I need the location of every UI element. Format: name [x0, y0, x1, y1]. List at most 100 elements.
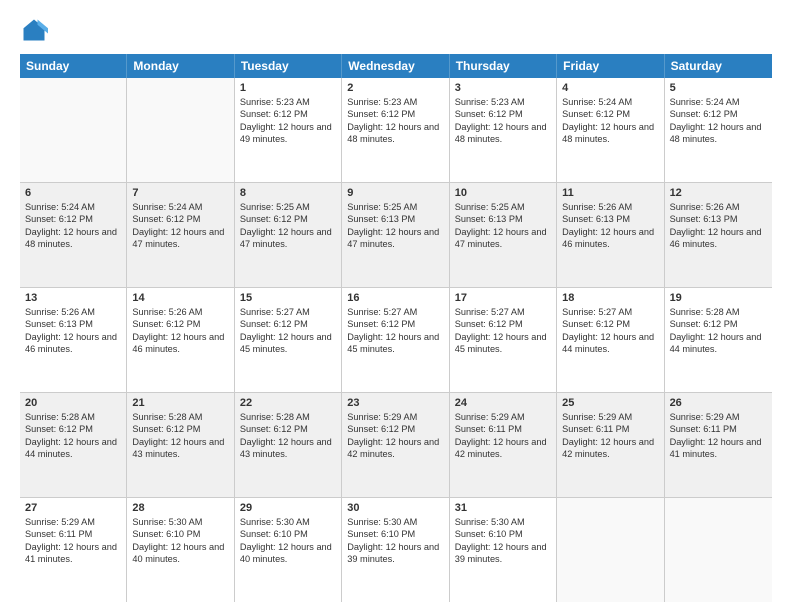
daylight-text: Daylight: 12 hours and: [347, 436, 443, 448]
daylight-text-2: 47 minutes.: [132, 238, 228, 250]
sunset-text: Sunset: 6:10 PM: [132, 528, 228, 540]
sunset-text: Sunset: 6:12 PM: [562, 318, 658, 330]
calendar-cell: 25 Sunrise: 5:29 AMSunset: 6:11 PMDayligh…: [557, 393, 664, 497]
sunset-text: Sunset: 6:12 PM: [670, 318, 767, 330]
daylight-text-2: 39 minutes.: [455, 553, 551, 565]
day-number: 5: [670, 82, 767, 94]
day-number: 1: [240, 82, 336, 94]
header-day-monday: Monday: [127, 54, 234, 78]
day-number: 3: [455, 82, 551, 94]
day-number: 6: [25, 187, 121, 199]
sunrise-text: Sunrise: 5:30 AM: [455, 516, 551, 528]
calendar-cell: 29Sunrise: 5:30 AMSunset: 6:10 PMDayligh…: [235, 498, 342, 602]
daylight-text-2: 44 minutes.: [25, 448, 121, 460]
calendar-cell: 17Sunrise: 5:27 AMSunset: 6:12 PMDayligh…: [450, 288, 557, 392]
calendar-cell: 10Sunrise: 5:25 AMSunset: 6:13 PMDayligh…: [450, 183, 557, 287]
daylight-text-2: 40 minutes.: [132, 553, 228, 565]
day-number: 25: [562, 397, 658, 409]
calendar-cell: 30Sunrise: 5:30 AMSunset: 6:10 PMDayligh…: [342, 498, 449, 602]
sunrise-text: Sunrise: 5:29 AM: [562, 411, 658, 423]
sunset-text: Sunset: 6:11 PM: [562, 423, 658, 435]
calendar-cell: [557, 498, 664, 602]
sunrise-text: Sunrise: 5:26 AM: [132, 306, 228, 318]
calendar-cell: 13Sunrise: 5:26 AMSunset: 6:13 PMDayligh…: [20, 288, 127, 392]
daylight-text-2: 43 minutes.: [132, 448, 228, 460]
day-number: 23: [347, 397, 443, 409]
calendar-cell: 22Sunrise: 5:28 AMSunset: 6:12 PMDayligh…: [235, 393, 342, 497]
daylight-text-2: 48 minutes.: [25, 238, 121, 250]
daylight-text: Daylight: 12 hours and: [347, 331, 443, 343]
sunset-text: Sunset: 6:13 PM: [25, 318, 121, 330]
day-number: 12: [670, 187, 767, 199]
daylight-text-2: 47 minutes.: [240, 238, 336, 250]
header-day-thursday: Thursday: [450, 54, 557, 78]
daylight-text-2: 40 minutes.: [240, 553, 336, 565]
sunrise-text: Sunrise: 5:24 AM: [25, 201, 121, 213]
calendar-cell: [127, 78, 234, 182]
calendar-row-0: 1 Sunrise: 5:23 AM Sunset: 6:12 PM Daylight…: [20, 78, 772, 183]
daylight-text: Daylight: 12 hours and: [455, 331, 551, 343]
sunrise-text: Sunrise: 5:25 AM: [240, 201, 336, 213]
sunset-text: Sunset: 6:12 PM: [25, 423, 121, 435]
day-number: 4: [562, 82, 658, 94]
sunrise-text: Sunrise: 5:30 AM: [240, 516, 336, 528]
sunrise-text: Sunrise: 5:26 AM: [25, 306, 121, 318]
daylight-text-2: 48 minutes.: [455, 133, 551, 145]
daylight-text: Daylight: 12 hours and: [347, 541, 443, 553]
sunset-text: Sunset: 6:12 PM: [240, 213, 336, 225]
sunrise-text: Sunrise: 5:26 AM: [562, 201, 658, 213]
header-day-sunday: Sunday: [20, 54, 127, 78]
sunset-text: Sunset: 6:13 PM: [562, 213, 658, 225]
calendar-cell: 16Sunrise: 5:27 AMSunset: 6:12 PMDayligh…: [342, 288, 449, 392]
sunrise-text: Sunrise: 5:30 AM: [132, 516, 228, 528]
day-number: 20: [25, 397, 121, 409]
daylight-text: Daylight: 12 hours and: [347, 121, 443, 133]
daylight-text-2: 43 minutes.: [240, 448, 336, 460]
day-number: 24: [455, 397, 551, 409]
daylight-text: Daylight: 12 hours and: [347, 226, 443, 238]
daylight-text: Daylight: 12 hours and: [240, 436, 336, 448]
sunrise-text: Sunrise: 5:29 AM: [455, 411, 551, 423]
sunset-text: Sunset: 6:12 PM: [25, 213, 121, 225]
sunset-text: Sunset: 6:10 PM: [240, 528, 336, 540]
sunset-text: Sunset: 6:12 PM: [132, 213, 228, 225]
sunrise-text: Sunrise: 5:28 AM: [25, 411, 121, 423]
daylight-text-2: 47 minutes.: [347, 238, 443, 250]
sunset-text: Sunset: 6:12 PM: [240, 108, 336, 120]
calendar-cell: 15Sunrise: 5:27 AMSunset: 6:12 PMDayligh…: [235, 288, 342, 392]
sunrise-text: Sunrise: 5:23 AM: [455, 96, 551, 108]
calendar-cell: 2Sunrise: 5:23 AMSunset: 6:12 PMDaylight…: [342, 78, 449, 182]
daylight-text-2: 42 minutes.: [562, 448, 658, 460]
daylight-text: Daylight: 12 hours and: [240, 331, 336, 343]
calendar-cell: 28Sunrise: 5:30 AMSunset: 6:10 PMDayligh…: [127, 498, 234, 602]
day-number: 7: [132, 187, 228, 199]
calendar: SundayMondayTuesdayWednesdayThursdayFrid…: [20, 54, 772, 602]
sunset-text: Sunset: 6:13 PM: [347, 213, 443, 225]
sunset-text: Sunset: 6:12 PM: [347, 423, 443, 435]
sunrise-text: Sunrise: 5:28 AM: [670, 306, 767, 318]
sunrise-text: Sunrise: 5:26 AM: [670, 201, 767, 213]
day-number: 13: [25, 292, 121, 304]
header-day-tuesday: Tuesday: [235, 54, 342, 78]
sunset-text: Sunset: 6:12 PM: [670, 108, 767, 120]
daylight-text: Daylight: 12 hours and: [455, 541, 551, 553]
sunrise-text: Sunrise: 5:27 AM: [455, 306, 551, 318]
calendar-header: SundayMondayTuesdayWednesdayThursdayFrid…: [20, 54, 772, 78]
sunset-text: Sunset: 6:12 PM: [132, 318, 228, 330]
sunrise-text: Sunrise: 5:25 AM: [455, 201, 551, 213]
sunset-text: Sunset: 6:12 PM: [240, 423, 336, 435]
calendar-cell: 21Sunrise: 5:28 AMSunset: 6:12 PMDayligh…: [127, 393, 234, 497]
sunset-text: Sunset: 6:12 PM: [347, 318, 443, 330]
sunrise-text: Sunrise: 5:28 AM: [240, 411, 336, 423]
daylight-text: Daylight: 12 hours and: [562, 436, 658, 448]
sunset-text: Sunset: 6:13 PM: [455, 213, 551, 225]
calendar-cell: [20, 78, 127, 182]
day-number: 15: [240, 292, 336, 304]
calendar-cell: 18Sunrise: 5:27 AMSunset: 6:12 PMDayligh…: [557, 288, 664, 392]
daylight-text-2: 48 minutes.: [347, 133, 443, 145]
sunrise-text: Sunrise: 5:24 AM: [670, 96, 767, 108]
sunrise-text: Sunrise: 5:30 AM: [347, 516, 443, 528]
calendar-cell: 24Sunrise: 5:29 AMSunset: 6:11 PMDayligh…: [450, 393, 557, 497]
calendar-cell: [665, 498, 772, 602]
daylight-text-2: 42 minutes.: [455, 448, 551, 460]
